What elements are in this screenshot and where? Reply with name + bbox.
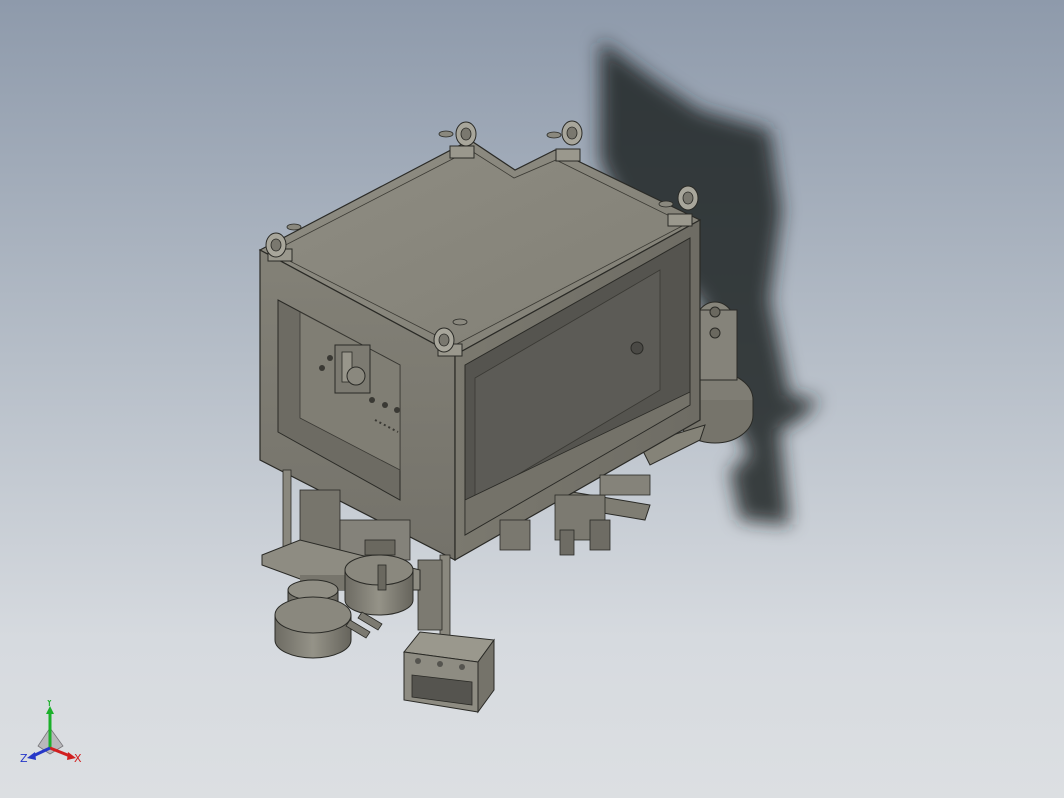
cad-viewport[interactable]: Y X Z [0,0,1064,798]
z-axis-arrowhead [27,752,36,760]
z-axis-label: Z [20,752,28,765]
motor-base [261,539,421,659]
machine-model-scene[interactable] [0,0,1064,798]
y-axis-label: Y [45,700,53,709]
caster-wheel [438,121,477,159]
control-box [403,631,495,714]
x-axis-label: X [74,752,82,765]
coordinate-triad[interactable]: Y X Z [18,700,88,775]
